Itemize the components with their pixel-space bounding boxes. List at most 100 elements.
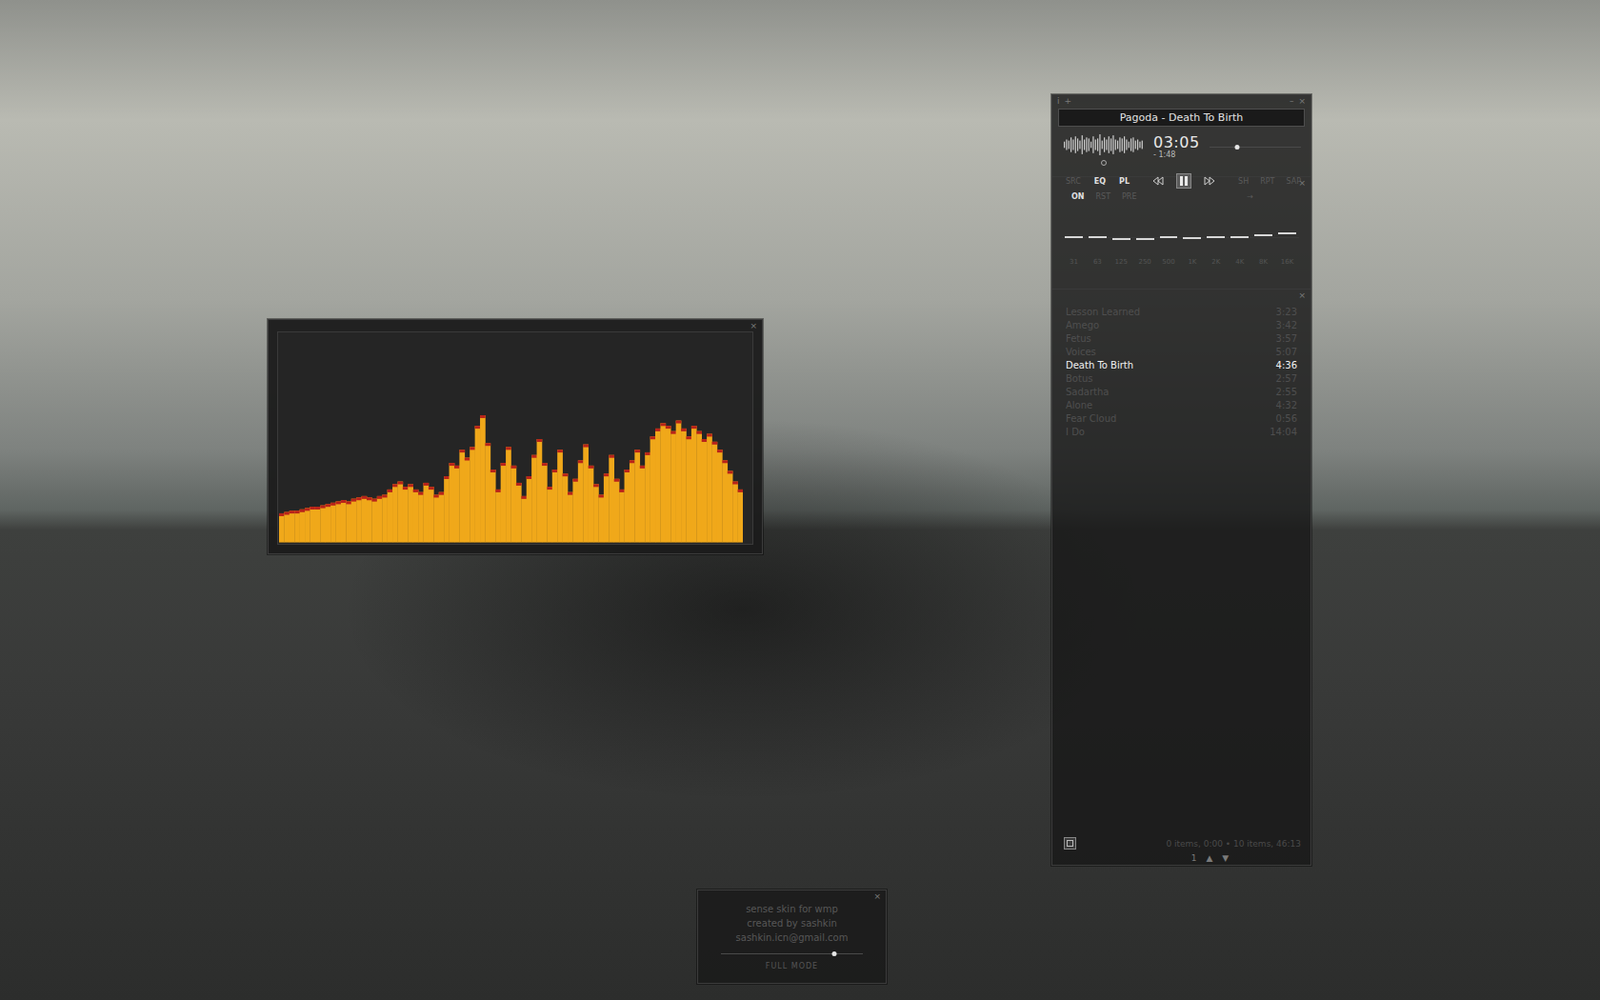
balance-knob[interactable] [1100, 160, 1107, 166]
eq-band-handle[interactable] [1206, 236, 1225, 239]
playlist-row[interactable]: Fetus3:57 [1065, 331, 1298, 345]
control-row: SRCEQPLSHRPTSAP [1052, 165, 1311, 189]
spectrum-bar [619, 489, 625, 543]
window-button[interactable]: × [1298, 96, 1306, 106]
spectrum-bar [413, 489, 420, 543]
spectrum-bar [629, 460, 636, 542]
seek-handle[interactable] [1234, 144, 1240, 150]
spectrum-bar [315, 506, 321, 543]
next-icon[interactable] [1202, 176, 1217, 186]
eq-band[interactable] [1157, 221, 1181, 253]
corner-button[interactable]: + [1064, 96, 1073, 106]
eq-band[interactable] [1180, 221, 1204, 253]
spectrum-bar [706, 433, 713, 542]
nav-button[interactable]: ▼ [1221, 853, 1229, 863]
playlist-row[interactable]: Sadartha2:55 [1065, 384, 1298, 399]
info-window[interactable]: ×sense skin for wmpcreated by sashkinsas… [697, 889, 887, 984]
close-button[interactable]: × [1298, 290, 1306, 300]
eq-button[interactable]: PRE [1121, 192, 1137, 201]
playlist-row[interactable]: Alone4:32 [1065, 398, 1298, 412]
preset-arrow[interactable]: → [1246, 192, 1254, 201]
playlist-status: 0 items, 0:00 • 10 items, 46:13 [1165, 839, 1301, 849]
eq-band-handle[interactable] [1278, 232, 1297, 235]
spectrum-bar [490, 469, 497, 543]
eq-band[interactable] [1203, 221, 1228, 253]
spectrum-bar [624, 469, 631, 543]
playlist-row[interactable]: Botus2:57 [1065, 371, 1298, 385]
eq-band-handle[interactable] [1064, 236, 1083, 239]
toggle-button[interactable]: SRC [1065, 177, 1081, 186]
previous-icon[interactable] [1151, 176, 1165, 186]
info-slider-handle[interactable] [832, 951, 838, 957]
spectrum-chart [279, 407, 743, 543]
eq-band[interactable] [1109, 221, 1134, 253]
eq-band[interactable] [1275, 221, 1300, 253]
seek-slider[interactable] [1209, 146, 1301, 148]
eq-band-handle[interactable] [1160, 236, 1179, 239]
player-window[interactable]: i+–×Pagoda - Death To Birth03:05- 1:48SR… [1051, 94, 1312, 866]
toggle-button[interactable]: PL [1119, 177, 1130, 186]
playlist-row[interactable]: Death To Birth4:36 [1065, 358, 1298, 372]
time-display: 03:05- 1:48 [1153, 132, 1200, 160]
playlist-row[interactable]: Amego3:42 [1065, 318, 1298, 332]
close-button[interactable]: × [749, 320, 758, 331]
playlist: Lesson Learned3:23Amego3:42Fetus3:57Voic… [1052, 300, 1311, 838]
eq-band[interactable] [1133, 221, 1158, 253]
visualizer-window[interactable]: × [267, 319, 763, 555]
eq-band-handle[interactable] [1112, 238, 1131, 240]
playlist-row[interactable]: Voices5:07 [1065, 344, 1298, 359]
playlist-row[interactable]: I Do14:04 [1065, 424, 1298, 439]
save-icon[interactable] [1063, 837, 1077, 850]
spectrum-bar [588, 465, 595, 543]
spectrum-bar [351, 499, 358, 543]
eq-band-handle[interactable] [1136, 238, 1155, 240]
eq-band[interactable] [1061, 221, 1086, 253]
window-button[interactable]: – [1289, 96, 1295, 106]
nav-button[interactable]: ▲ [1205, 853, 1213, 863]
info-header: × [698, 890, 886, 902]
spectrum-bar [397, 481, 403, 543]
eq-bands [1061, 221, 1300, 253]
player-row: 03:05- 1:48 [1052, 126, 1311, 166]
player-section: i+–×Pagoda - Death To Birth03:05- 1:48SR… [1052, 95, 1311, 178]
eq-button[interactable]: ON [1071, 192, 1085, 201]
pause-icon[interactable] [1176, 173, 1192, 189]
eq-band[interactable] [1085, 221, 1110, 253]
spectrum-bar [433, 494, 440, 542]
playlist-row[interactable]: Lesson Learned3:23 [1065, 304, 1298, 319]
spectrum-bar [428, 486, 435, 542]
spectrum-bar [320, 505, 326, 543]
info-line: sashkin.icn@gmail.com [736, 930, 849, 945]
toggle-button[interactable]: EQ [1094, 177, 1106, 186]
equalizer-header: × [1052, 177, 1311, 189]
spectrum-bar [464, 458, 471, 543]
spectrum-bar [578, 460, 584, 542]
corner-button[interactable]: i [1057, 96, 1060, 106]
eq-band[interactable] [1227, 221, 1252, 253]
spectrum-bar [505, 446, 512, 542]
toggle-button[interactable]: RPT [1260, 177, 1275, 186]
spectrum-bar [294, 510, 300, 542]
spectrum-bar [330, 502, 337, 543]
eq-band-handle[interactable] [1230, 236, 1249, 239]
eq-band[interactable] [1251, 221, 1276, 253]
nav-button[interactable]: 1 [1191, 853, 1198, 863]
eq-band-handle[interactable] [1182, 237, 1201, 240]
full-mode-button[interactable]: FULL MODE [765, 961, 819, 971]
spectrum-bar [289, 510, 296, 542]
toggle-button[interactable]: SH [1238, 177, 1249, 186]
spectrum-bar [402, 486, 409, 542]
close-button[interactable]: × [1298, 178, 1306, 188]
eq-button[interactable]: RST [1096, 192, 1112, 201]
spectrum-bar [567, 492, 574, 543]
eq-band-label: 125 [1109, 258, 1134, 266]
spectrum-bar [546, 486, 553, 542]
playlist-row[interactable]: Fear Cloud0:56 [1065, 411, 1298, 425]
eq-band-handle[interactable] [1088, 236, 1107, 239]
spectrum-bar [371, 499, 378, 543]
eq-band-handle[interactable] [1254, 234, 1273, 237]
info-slider[interactable] [720, 953, 863, 955]
eq-band-label: 16K [1275, 258, 1300, 266]
close-button[interactable]: × [873, 891, 881, 901]
spectrum-bar [454, 465, 460, 543]
